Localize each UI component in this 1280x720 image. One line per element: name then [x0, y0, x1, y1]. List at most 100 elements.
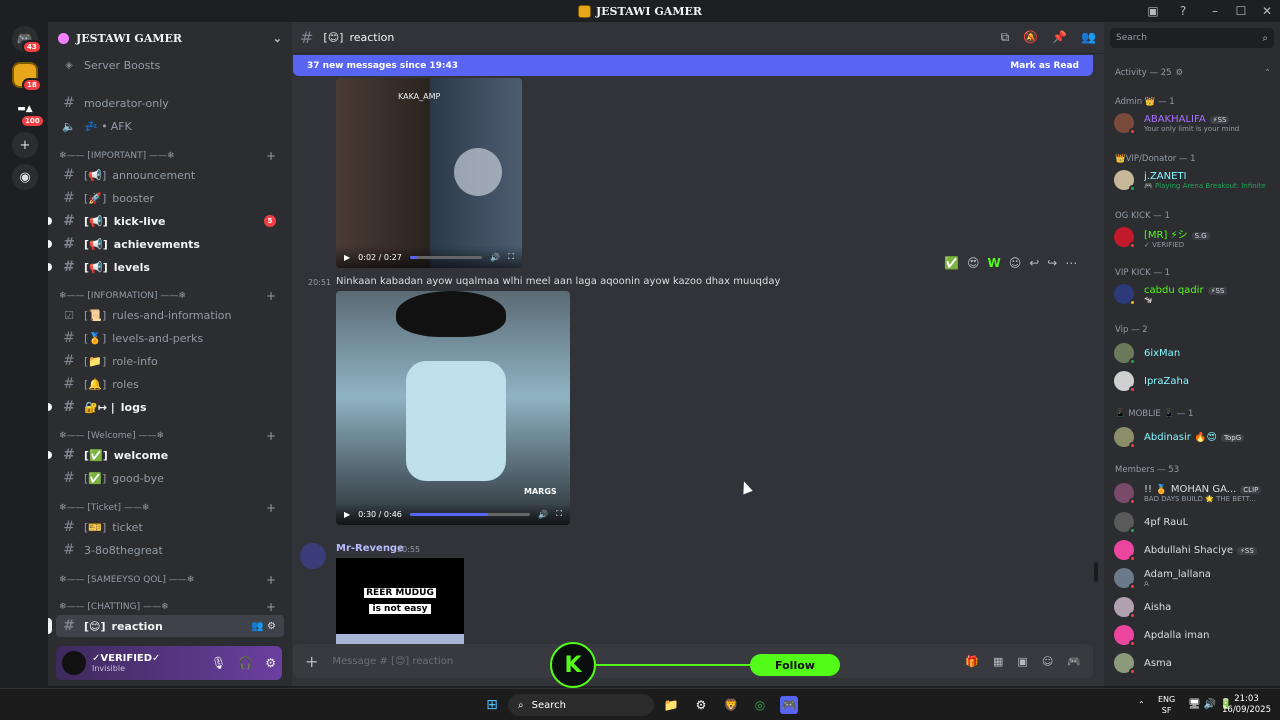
channel-moderator-only[interactable]: # moderator-only: [56, 92, 284, 114]
add-server-icon[interactable]: +: [12, 132, 38, 158]
new-messages-banner[interactable]: 37 new messages since 19:43 Mark as Read: [293, 55, 1093, 76]
add-channel-icon[interactable]: +: [266, 501, 276, 515]
member-item[interactable]: ABAKHALIFA ⚡SS Your only limit is your min…: [1114, 110, 1274, 136]
channel-levels-and-perks[interactable]: # [🏅] levels-and-perks: [56, 327, 284, 349]
channel-3-8o8thegreat[interactable]: #3-8o8thegreat: [56, 539, 284, 561]
channel-achievements[interactable]: # [📢] achievements: [48, 233, 284, 255]
forward-icon[interactable]: ↪: [1047, 256, 1057, 270]
member-item[interactable]: Abdullahi Shaciye ⚡SS: [1114, 537, 1274, 563]
message-image[interactable]: REER MUDUG is not easy: [336, 558, 464, 644]
play-icon[interactable]: ▶: [344, 253, 350, 262]
channel-kick-live[interactable]: # [📢] kick-live 5: [48, 210, 284, 232]
channel-afk[interactable]: 🔈 💤 • AFK: [56, 115, 284, 137]
gear-icon[interactable]: ⚙: [265, 656, 276, 670]
guild-header[interactable]: JESTAWI GAMER ⌄: [48, 22, 292, 54]
message-author[interactable]: Mr-Revenge: [336, 543, 404, 554]
pin-icon[interactable]: 📌: [1052, 30, 1067, 45]
channel-levels[interactable]: # [📢] levels: [48, 256, 284, 278]
member-list-icon[interactable]: 👥: [1081, 30, 1096, 45]
video-player[interactable]: MARGS ▶ 0:30 / 0:46 🔊 ⛶: [336, 291, 570, 525]
w-reaction-icon[interactable]: W: [987, 256, 1000, 270]
add-channel-icon[interactable]: +: [266, 289, 276, 303]
brave-browser-icon[interactable]: 🦁: [722, 696, 740, 714]
channel-booster[interactable]: # [🚀] booster: [56, 187, 284, 209]
category-information[interactable]: ❄—— [INFORMATION] ——❄ +: [56, 287, 284, 305]
member-item[interactable]: Apdalla iman: [1114, 622, 1274, 648]
category-welcome[interactable]: ❄—— [Welcome] ——❄ +: [56, 427, 284, 445]
add-channel-icon[interactable]: +: [266, 600, 276, 614]
member-item[interactable]: IpraZaha: [1114, 368, 1274, 394]
add-channel-icon[interactable]: +: [266, 573, 276, 587]
scrollbar-thumb[interactable]: [1094, 562, 1098, 582]
attach-button[interactable]: +: [305, 652, 318, 671]
channel-ticket[interactable]: # [🎫] ticket: [56, 516, 284, 538]
clock[interactable]: 21:03 16/09/2025: [1222, 694, 1271, 716]
channel-settings-icon[interactable]: 👥 ⚙: [251, 621, 276, 632]
channel-reaction[interactable]: # [😊] reaction 👥 ⚙: [48, 615, 284, 637]
threads-icon[interactable]: ⧉: [1001, 30, 1010, 45]
maximize-button[interactable]: ☐: [1228, 0, 1254, 22]
microphone-icon[interactable]: 🎙: [211, 656, 226, 670]
channel-roles[interactable]: # [🔔] roles: [56, 373, 284, 395]
fullscreen-icon[interactable]: ⛶: [556, 509, 562, 519]
discord-app-icon[interactable]: 🎮: [780, 696, 798, 714]
member-item[interactable]: Asma: [1114, 650, 1274, 676]
add-reaction-icon[interactable]: ☺: [1009, 256, 1022, 270]
heart-eyes-reaction-icon[interactable]: 😍: [967, 256, 980, 270]
channel-rules-and-information[interactable]: ☑ [📜] rules-and-information: [56, 304, 284, 326]
activity-header[interactable]: Activity — 25 ⚙ ⌃: [1115, 68, 1271, 78]
inbox-icon[interactable]: ▣: [1145, 3, 1161, 19]
headphones-icon[interactable]: 🎧: [238, 656, 253, 670]
volume-icon[interactable]: 🔊: [490, 253, 500, 262]
add-channel-icon[interactable]: +: [266, 149, 276, 163]
notification-bell-icon[interactable]: 🔕: [1023, 30, 1038, 45]
gif-icon[interactable]: ▦: [993, 655, 1003, 668]
gift-icon[interactable]: 🎁: [965, 655, 979, 668]
member-item[interactable]: j.ZANETI 🎮 Playing Arena Breakout: Infini…: [1114, 167, 1274, 193]
tray-chevron-up-icon[interactable]: ⌃: [1138, 699, 1145, 710]
member-item[interactable]: cabdu qadir ⚡SS 🐄: [1114, 281, 1274, 307]
discover-icon[interactable]: ◉: [12, 164, 38, 190]
chevron-down-icon[interactable]: ⌄: [273, 32, 282, 45]
avatar[interactable]: [300, 543, 326, 569]
play-icon[interactable]: ▶: [344, 510, 350, 519]
channel-logs[interactable]: # 🔐↦ | logs: [48, 396, 284, 418]
taskbar-search[interactable]: ⌕ Search: [508, 694, 654, 716]
channel-good-bye[interactable]: # [✅] good-bye: [56, 467, 284, 489]
member-item[interactable]: [MR] ⚡シ S.G ✓ VERIFIED: [1114, 224, 1274, 250]
category-important[interactable]: ❄—— [IMPORTANT] ——❄ +: [56, 147, 284, 165]
language-indicator[interactable]: ENG SF: [1158, 694, 1175, 716]
video-player[interactable]: KAKA_AMP ▶ 0:02 / 0:27 🔊 ⛶: [336, 78, 522, 268]
member-item[interactable]: !! 🏅 MOHAN GA... CLIP BAD DAYS BUILD 🌟 THE…: [1114, 480, 1274, 506]
member-item[interactable]: Adam_lallana A: [1114, 565, 1274, 591]
settings-app-icon[interactable]: ⚙: [692, 696, 710, 714]
emoji-icon[interactable]: ☺: [1042, 655, 1053, 668]
follow-button[interactable]: Follow: [750, 654, 840, 676]
windows-start-icon[interactable]: ⊞: [483, 696, 501, 714]
member-item[interactable]: Abdinasir 🔥😍 TopG: [1114, 424, 1274, 450]
channel-announcement[interactable]: # [📢] announcement: [56, 164, 284, 186]
reply-icon[interactable]: ↩: [1029, 256, 1039, 270]
channel-role-info[interactable]: # [📁] role-info: [56, 350, 284, 372]
search-input[interactable]: Search ⌕: [1110, 28, 1274, 48]
mark-as-read-button[interactable]: Mark as Read: [1010, 61, 1079, 71]
avatar[interactable]: [62, 651, 86, 675]
message-input[interactable]: Message # [😊] reaction: [332, 656, 453, 667]
more-icon[interactable]: ⋯: [1065, 256, 1077, 270]
chrome-icon[interactable]: ◎: [751, 696, 769, 714]
help-icon[interactable]: ?: [1175, 3, 1191, 19]
category-chatting[interactable]: ❄—— [CHATTING] ——❄ +: [56, 598, 284, 616]
apps-icon[interactable]: 🎮: [1067, 655, 1081, 668]
minimize-button[interactable]: –: [1202, 0, 1228, 22]
sticker-icon[interactable]: ▣: [1017, 655, 1027, 668]
close-button[interactable]: ✕: [1254, 0, 1280, 22]
add-channel-icon[interactable]: +: [266, 429, 276, 443]
video-progress[interactable]: [409, 255, 483, 259]
member-item[interactable]: 6ixMan: [1114, 340, 1274, 366]
check-reaction-icon[interactable]: ✅: [944, 256, 959, 270]
category-sameeyso-qol[interactable]: ❄—— [SAMEEYSO QOL] ——❄ +: [56, 571, 284, 589]
fullscreen-icon[interactable]: ⛶: [508, 252, 514, 262]
chevron-up-icon[interactable]: ⌃: [1264, 68, 1271, 78]
video-progress[interactable]: [409, 512, 531, 516]
member-item[interactable]: Aisha: [1114, 594, 1274, 620]
